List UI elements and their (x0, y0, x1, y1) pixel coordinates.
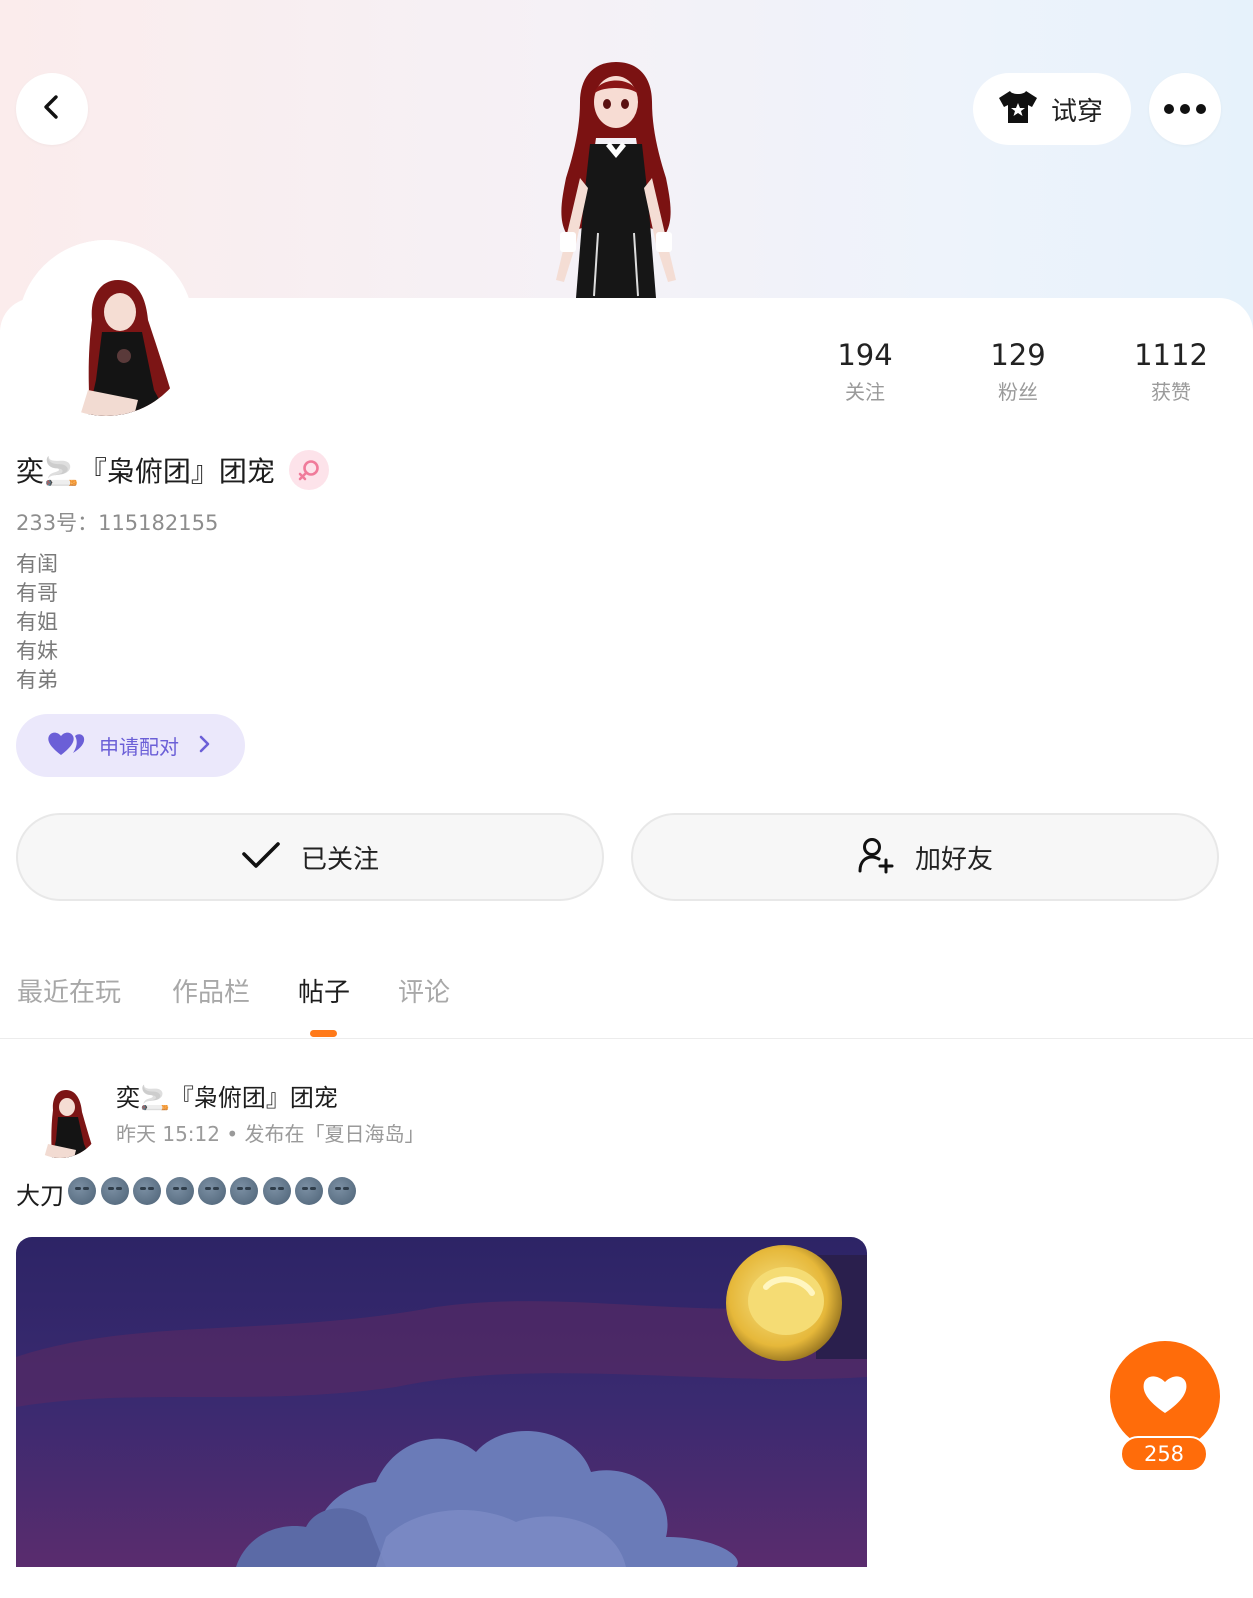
try-on-button[interactable]: 试穿 (973, 73, 1131, 145)
bio-line: 有姐 (16, 610, 58, 634)
purple-heart-icon (47, 731, 85, 761)
chevron-left-icon (37, 92, 67, 126)
moon-face-emoji (327, 1176, 356, 1205)
moon-face-emoji (230, 1176, 259, 1205)
moon-face-emoji (262, 1176, 291, 1205)
bio-line: 有哥 (16, 581, 58, 605)
profile-name: 奕🚬『枭俯团』团宠 (16, 455, 275, 488)
stat-following[interactable]: 194 关注 (805, 336, 925, 405)
bio-line: 有弟 (16, 668, 58, 692)
moon-face-emoji (295, 1176, 324, 1205)
user-id: 233号：115182155 (16, 511, 219, 535)
more-button[interactable] (1149, 73, 1221, 145)
following-label: 已关注 (300, 844, 379, 875)
post-text: 大刀 (16, 1176, 356, 1211)
add-user-icon (857, 836, 895, 878)
chevron-right-icon (197, 734, 211, 758)
stat-likes-count: 1112 (1134, 338, 1208, 372)
tab-comments[interactable]: 评论 (398, 972, 450, 1009)
apply-pair-label: 申请配对 (99, 735, 179, 759)
stat-likes[interactable]: 1112 获赞 (1111, 336, 1231, 405)
stat-likes-label: 获赞 (1151, 380, 1191, 404)
checkmark-icon (241, 840, 281, 874)
heart-icon (1141, 1373, 1189, 1419)
moon-face-emoji (197, 1176, 226, 1205)
profile-bio: 有闺 有哥 有姐 有妹 有弟 (16, 550, 58, 695)
tshirt-icon (997, 89, 1039, 129)
post-image[interactable] (16, 1237, 867, 1567)
try-on-label: 试穿 (1051, 96, 1104, 127)
like-count: 258 (1120, 1436, 1208, 1472)
avatar-3d-figure[interactable] (536, 58, 696, 300)
post-author-name[interactable]: 奕🚬『枭俯团』团宠 (116, 1078, 338, 1113)
following-button[interactable]: 已关注 (16, 813, 604, 901)
bio-line: 有妹 (16, 639, 58, 663)
emoji-row (64, 1176, 356, 1211)
moon-face-emoji (133, 1176, 162, 1205)
like-button[interactable] (1110, 1341, 1220, 1451)
post-author-avatar[interactable] (18, 1074, 102, 1158)
stat-fans[interactable]: 129 粉丝 (958, 336, 1078, 405)
moon-face-emoji (68, 1176, 97, 1205)
more-dots-icon (1163, 100, 1207, 119)
bio-line: 有闺 (16, 552, 58, 576)
add-friend-label: 加好友 (914, 844, 993, 875)
tab-recently-played[interactable]: 最近在玩 (17, 972, 121, 1009)
post-text-content: 大刀 (16, 1182, 64, 1210)
post-meta: 昨天 15:12 • 发布在「夏日海岛」 (116, 1122, 425, 1146)
tab-posts[interactable]: 帖子 (298, 972, 350, 1009)
stat-following-label: 关注 (845, 380, 885, 404)
active-tab-indicator (310, 1030, 337, 1037)
stat-fans-label: 粉丝 (998, 380, 1038, 404)
profile-avatar[interactable] (18, 240, 194, 416)
moon-face-emoji (100, 1176, 129, 1205)
female-symbol-icon (288, 450, 329, 490)
profile-hero-banner: 试穿 (0, 0, 1253, 330)
profile-name-row: 奕🚬『枭俯团』团宠 (16, 450, 329, 490)
profile-tabs: 最近在玩 作品栏 帖子 评论 (0, 968, 1253, 1039)
back-button[interactable] (16, 73, 88, 145)
moon-face-emoji (165, 1176, 194, 1205)
stat-fans-count: 129 (990, 338, 1046, 372)
add-friend-button[interactable]: 加好友 (631, 813, 1219, 901)
stat-following-count: 194 (837, 338, 893, 372)
tab-works[interactable]: 作品栏 (172, 972, 250, 1009)
apply-pair-button[interactable]: 申请配对 (16, 714, 245, 777)
